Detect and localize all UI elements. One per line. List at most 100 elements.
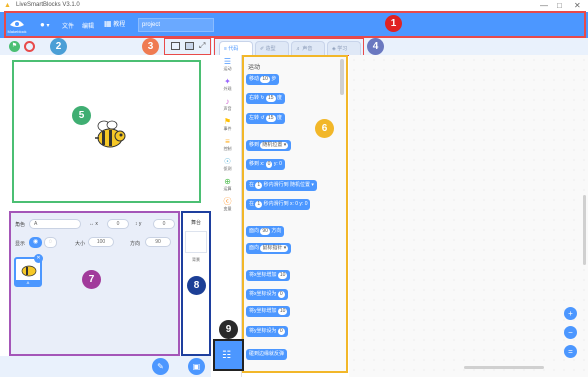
size-input[interactable]: 100 — [88, 237, 114, 247]
category-control[interactable]: ≡ 控制 — [213, 137, 242, 152]
fullscreen-icon[interactable]: ⤢ — [199, 41, 205, 51]
small-stage-icon[interactable] — [171, 42, 180, 50]
category-variables-label: 变量 — [223, 206, 232, 211]
workspace-v-scrollbar[interactable] — [583, 195, 586, 265]
stop-button[interactable] — [24, 41, 35, 52]
badge-3: 3 — [142, 38, 159, 55]
palette-heading: 运动 — [248, 65, 261, 71]
maximize-button[interactable]: □ — [557, 1, 562, 10]
block-input-slot[interactable]: 0 — [277, 328, 285, 335]
code-block[interactable]: 右转 ↻ 15 度 — [246, 93, 285, 104]
block-text: 移到 x: — [249, 161, 265, 167]
badge-5: 5 — [72, 106, 91, 125]
block-input-slot[interactable]: 10 — [277, 272, 288, 279]
tab-code[interactable]: ≡ 代码 — [219, 41, 253, 55]
category-looks[interactable]: ✦ 外观 — [213, 77, 242, 92]
size-label: 大小 — [75, 241, 86, 247]
block-input-slot[interactable]: 90 — [260, 228, 270, 235]
code-block[interactable]: 将y坐标增加 10 — [246, 306, 291, 317]
bee-thumbnail-icon — [21, 265, 37, 277]
sprite-name-input[interactable]: A — [29, 219, 81, 229]
code-block[interactable]: 将x坐标增加 10 — [246, 270, 291, 281]
badge-4: 4 — [367, 38, 384, 55]
code-block[interactable]: 移到 x: 0 y: 0 — [246, 159, 285, 170]
code-block[interactable]: 将x坐标设为 0 — [246, 289, 288, 300]
zoom-reset-button[interactable]: = — [564, 345, 577, 358]
category-sensing[interactable]: ☉ 侦测 — [213, 157, 242, 172]
block-text: 左转 ↺ — [249, 115, 265, 121]
operators-icon: ⊕ — [224, 177, 231, 186]
tab-sounds-label: 声音 — [302, 46, 313, 52]
category-motion-label: 运动 — [223, 66, 232, 71]
highlight-menubar — [4, 11, 586, 38]
code-block[interactable]: 移动 10 步 — [246, 74, 280, 85]
category-motion[interactable]: ☰ 运动 — [213, 57, 242, 72]
control-icon: ≡ — [225, 137, 230, 146]
block-input-slot[interactable]: 1 — [255, 182, 263, 189]
code-block[interactable]: 移到 随机位置 ▾ — [246, 140, 292, 151]
category-operators-label: 运算 — [223, 186, 232, 191]
block-input-slot[interactable]: 10 — [260, 76, 270, 83]
stage-toolbar: ⚑ ⤢ — [0, 38, 212, 55]
large-stage-icon[interactable] — [185, 42, 194, 50]
block-input-slot[interactable]: 0 — [277, 291, 285, 298]
block-text: 右转 ↻ — [249, 95, 265, 101]
sprite-thumbnail[interactable]: A ✕ — [14, 254, 43, 287]
tab-learn[interactable]: ◈ 学习 — [327, 41, 361, 55]
stage[interactable] — [12, 60, 201, 203]
show-label: 显示 — [15, 241, 26, 247]
category-operators[interactable]: ⊕ 运算 — [213, 177, 242, 192]
show-visible-icon[interactable]: ◉ — [29, 237, 42, 248]
code-block[interactable]: 面向 鼠标指针 ▾ — [246, 243, 292, 254]
backdrop-thumbnail[interactable] — [185, 231, 207, 253]
zoom-out-button[interactable]: − — [564, 326, 577, 339]
block-input-slot[interactable]: 10 — [277, 308, 288, 315]
block-input-slot[interactable]: 15 — [265, 95, 276, 102]
block-text: 碰到边缘就反弹 — [249, 351, 285, 357]
code-block[interactable]: 将y坐标设为 0 — [246, 326, 288, 337]
block-text: 将y坐标增加 — [249, 308, 277, 314]
bee-sprite-icon[interactable] — [90, 116, 132, 152]
direction-label: 方向 — [130, 241, 141, 247]
looks-icon: ✦ — [224, 77, 231, 86]
category-looks-label: 外观 — [223, 86, 232, 91]
code-block[interactable]: 左转 ↺ 15 度 — [246, 113, 285, 124]
block-input-slot[interactable]: 1 — [255, 201, 263, 208]
close-button[interactable]: ✕ — [574, 1, 581, 10]
green-flag-button[interactable]: ⚑ — [9, 41, 20, 52]
minimize-button[interactable]: — — [540, 1, 548, 10]
add-extension-button[interactable]: ☷ — [213, 339, 244, 371]
code-block[interactable]: 碰到边缘就反弹 — [246, 349, 288, 360]
workspace-h-scrollbar[interactable] — [464, 366, 544, 369]
tab-costumes[interactable]: ✐ 造型 — [255, 41, 289, 55]
block-input-slot[interactable]: 随机位置 ▾ — [260, 142, 289, 149]
block-suffix: 秒内滑行到 x: 0 y: 0 — [263, 201, 308, 207]
block-text: 将x坐标设为 — [249, 291, 277, 297]
block-input-slot[interactable]: 15 — [265, 115, 276, 122]
category-variables[interactable]: ⓒ 变量 — [213, 197, 242, 212]
badge-7: 7 — [82, 270, 101, 289]
add-backdrop-button[interactable]: ▣ — [188, 358, 205, 375]
delete-sprite-icon[interactable]: ✕ — [34, 254, 43, 263]
code-block[interactable]: 在 1 秒内滑行到 随机位置 ▾ — [246, 180, 317, 191]
tab-sounds[interactable]: ♬ 声音 — [291, 41, 325, 55]
code-workspace[interactable]: + − = — [349, 55, 588, 377]
block-input-slot[interactable]: 0 — [265, 161, 273, 168]
variables-icon: ⓒ — [223, 197, 232, 206]
extension-icon: ☷ — [222, 350, 231, 361]
x-input[interactable]: 0 — [107, 219, 129, 229]
y-input[interactable]: 0 — [153, 219, 175, 229]
category-events[interactable]: ⚑ 事件 — [213, 117, 242, 132]
code-block[interactable]: 面向 90 方向 — [246, 226, 285, 237]
category-sound[interactable]: ♪ 声音 — [213, 97, 242, 112]
sprite-thumb-label: A — [16, 280, 40, 285]
hide-icon[interactable]: ◌ — [44, 237, 57, 248]
y-label: ↕ y — [135, 221, 142, 227]
direction-input[interactable]: 90 — [145, 237, 171, 247]
block-input-slot[interactable]: 鼠标指针 ▾ — [260, 245, 289, 252]
code-block[interactable]: 在 1 秒内滑行到 x: 0 y: 0 — [246, 199, 311, 210]
window-title: LiveSmartBlocks V3.1.0 — [16, 2, 80, 8]
palette-scrollbar[interactable] — [340, 59, 344, 95]
zoom-in-button[interactable]: + — [564, 307, 577, 320]
add-sprite-button[interactable]: ✎ — [152, 358, 169, 375]
